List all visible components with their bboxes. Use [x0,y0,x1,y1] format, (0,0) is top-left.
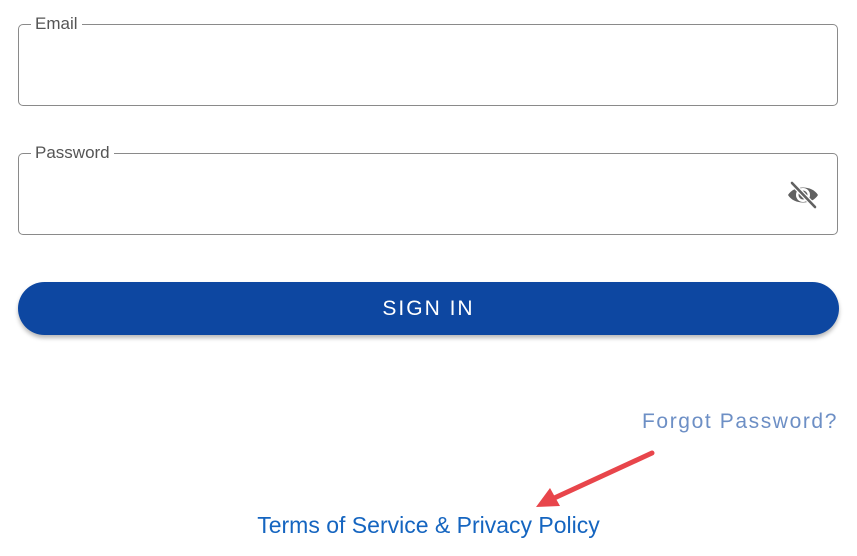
email-label: Email [31,14,82,34]
login-form: Email Password SIGN IN Forgot Password? … [0,0,857,556]
terms-privacy-link[interactable]: Terms of Service & Privacy Policy [0,512,857,539]
password-label: Password [31,143,114,163]
email-field[interactable]: Email [18,14,838,106]
password-visibility-toggle[interactable] [785,179,821,211]
annotation-arrow [536,450,655,507]
email-input[interactable] [33,49,777,85]
sign-in-button[interactable]: SIGN IN [18,282,839,335]
password-input[interactable] [33,178,777,214]
forgot-password-link[interactable]: Forgot Password? [642,410,838,434]
password-field[interactable]: Password [18,143,838,235]
terms-privacy-label[interactable]: Terms of Service & Privacy Policy [257,512,600,538]
eye-off-icon [788,181,818,209]
